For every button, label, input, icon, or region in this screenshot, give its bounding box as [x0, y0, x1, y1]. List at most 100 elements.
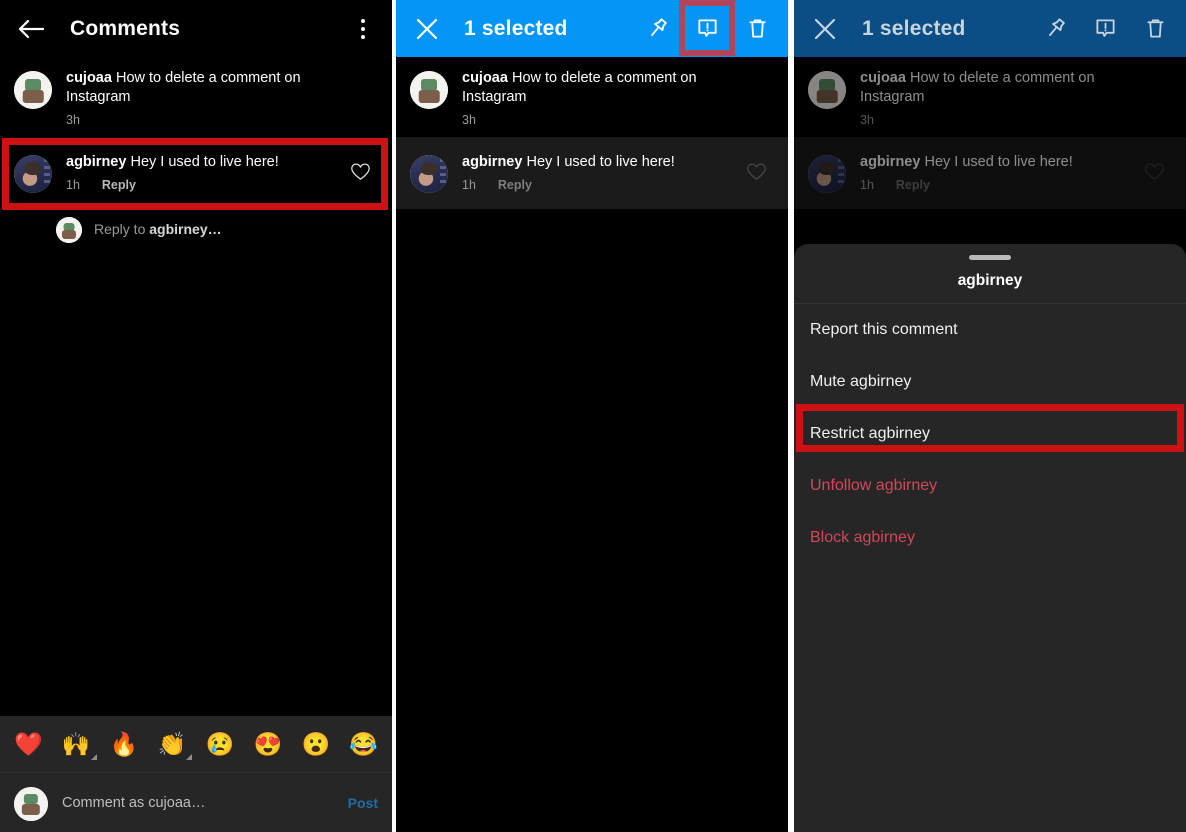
selection-header: 1 selected — [794, 0, 1186, 57]
selection-actions — [1040, 14, 1170, 44]
pin-icon[interactable] — [642, 14, 672, 44]
comment-timestamp: 1h — [462, 178, 476, 192]
comment-timestamp: 3h — [462, 113, 476, 127]
reply-prompt-text: Reply to agbirney… — [94, 221, 222, 237]
report-exclamation-icon[interactable] — [692, 14, 722, 44]
comment-meta: 1h Reply — [66, 178, 352, 192]
trash-delete-icon[interactable] — [1140, 14, 1170, 44]
avatar — [14, 71, 52, 109]
comment-text: cujoaa How to delete a comment on Instag… — [66, 69, 352, 107]
pin-icon[interactable] — [1040, 14, 1070, 44]
comment-row[interactable]: cujoaa How to delete a comment on Instag… — [0, 57, 392, 137]
emoji-button[interactable]: 👏 — [158, 732, 192, 760]
emoji-button[interactable]: ❤️ — [14, 732, 43, 756]
trash-delete-icon[interactable] — [742, 14, 772, 44]
close-x-icon[interactable] — [412, 14, 442, 44]
comment-timestamp: 3h — [860, 113, 874, 127]
reply-button[interactable]: Reply — [102, 178, 136, 192]
comment-meta: 3h — [860, 113, 1146, 127]
sheet-title: agbirney — [794, 260, 1186, 304]
phone-panel-selection: 1 selected cujoaa How to delete a commen… — [396, 0, 788, 832]
comment-row-selected[interactable]: agbirney Hey I used to live here! 1h Rep… — [396, 137, 788, 209]
reply-prompt-prefix: Reply to — [94, 221, 150, 237]
comment-username[interactable]: agbirney — [860, 154, 920, 170]
reply-button[interactable]: Reply — [896, 178, 930, 192]
comment-meta: 1h Reply — [462, 178, 748, 192]
like-heart-icon[interactable] — [747, 163, 766, 186]
emoji-button[interactable]: 😂 — [349, 732, 378, 756]
emoji-button[interactable]: 😮 — [301, 732, 330, 756]
kebab-menu-icon[interactable] — [348, 12, 378, 46]
sheet-item-mute-user[interactable]: Mute agbirney — [794, 356, 1186, 408]
phone-panel-comments: Comments cujoaa How to delete a comment … — [0, 0, 392, 832]
avatar — [56, 217, 82, 243]
back-arrow-icon[interactable] — [14, 12, 48, 46]
comment-meta: 1h Reply — [860, 178, 1146, 192]
like-heart-icon[interactable] — [351, 163, 370, 186]
selection-count-label: 1 selected — [464, 16, 568, 40]
comment-row-selected[interactable]: agbirney Hey I used to live here! 1h Rep… — [794, 137, 1186, 209]
comment-row[interactable]: cujoaa How to delete a comment on Instag… — [794, 57, 1186, 137]
comment-text: cujoaa How to delete a comment on Instag… — [462, 69, 748, 107]
selection-count-label: 1 selected — [862, 16, 966, 40]
emoji-button[interactable]: 🙌 — [62, 732, 97, 760]
comment-meta: 3h — [462, 113, 748, 127]
post-button[interactable]: Post — [348, 795, 378, 811]
avatar — [410, 155, 448, 193]
sheet-item-unfollow-user[interactable]: Unfollow agbirney — [794, 460, 1186, 512]
comment-message: Hey I used to live here! — [526, 154, 675, 170]
avatar — [808, 71, 846, 109]
avatar — [14, 786, 48, 821]
page-title: Comments — [70, 16, 181, 40]
like-heart-icon[interactable] — [1145, 163, 1164, 186]
reply-prompt-row[interactable]: Reply to agbirney… — [0, 209, 392, 249]
comment-message: Hey I used to live here! — [924, 154, 1073, 170]
sheet-item-report-comment[interactable]: Report this comment — [794, 304, 1186, 356]
comment-username[interactable]: agbirney — [462, 154, 522, 170]
sheet-item-restrict-user[interactable]: Restrict agbirney — [794, 408, 1186, 460]
selection-actions — [642, 14, 772, 44]
reply-prompt-target: agbirney… — [149, 221, 222, 237]
comment-username[interactable]: agbirney — [66, 154, 126, 170]
comment-body: agbirney Hey I used to live here! 1h Rep… — [66, 153, 378, 192]
comment-row[interactable]: agbirney Hey I used to live here! 1h Rep… — [0, 137, 392, 209]
comment-body: cujoaa How to delete a comment on Instag… — [860, 69, 1172, 127]
comment-meta: 3h — [66, 113, 352, 127]
phone-panel-options-sheet: 1 selected cujoaa How to delete a commen… — [794, 0, 1186, 832]
emoji-quick-bar: ❤️ 🙌 🔥 👏 😢 😍 😮 😂 — [0, 716, 392, 772]
comment-input[interactable]: Comment as cujoaa… — [62, 795, 205, 811]
avatar — [410, 71, 448, 109]
comment-composer: Comment as cujoaa… Post — [0, 772, 392, 832]
comment-text: agbirney Hey I used to live here! — [462, 153, 748, 172]
comment-username[interactable]: cujoaa — [462, 70, 508, 86]
options-bottom-sheet: agbirney Report this comment Mute agbirn… — [794, 244, 1186, 832]
emoji-button[interactable]: 😢 — [206, 732, 235, 756]
comment-body: cujoaa How to delete a comment on Instag… — [462, 69, 774, 127]
sheet-item-block-user[interactable]: Block agbirney — [794, 512, 1186, 564]
avatar — [14, 155, 52, 193]
reply-button[interactable]: Reply — [498, 178, 532, 192]
comment-username[interactable]: cujoaa — [66, 70, 112, 86]
avatar — [808, 155, 846, 193]
dimmed-comment-list: cujoaa How to delete a comment on Instag… — [794, 57, 1186, 209]
screenshot-stage: Comments cujoaa How to delete a comment … — [0, 0, 1186, 832]
comment-timestamp: 3h — [66, 113, 80, 127]
comment-message: Hey I used to live here! — [130, 154, 279, 170]
comment-body: agbirney Hey I used to live here! 1h Rep… — [462, 153, 774, 192]
comment-timestamp: 1h — [860, 178, 874, 192]
comment-body: cujoaa How to delete a comment on Instag… — [66, 69, 378, 127]
comment-body: agbirney Hey I used to live here! 1h Rep… — [860, 153, 1172, 192]
report-exclamation-icon[interactable] — [1090, 14, 1120, 44]
selection-header: 1 selected — [396, 0, 788, 57]
emoji-button[interactable]: 😍 — [254, 732, 283, 756]
close-x-icon[interactable] — [810, 14, 840, 44]
comment-row[interactable]: cujoaa How to delete a comment on Instag… — [396, 57, 788, 137]
comment-text: agbirney Hey I used to live here! — [860, 153, 1146, 172]
composer-area: ❤️ 🙌 🔥 👏 😢 😍 😮 😂 Comment as cujoaa… Post — [0, 716, 392, 832]
emoji-button[interactable]: 🔥 — [110, 732, 139, 756]
comment-timestamp: 1h — [66, 178, 80, 192]
comment-text: cujoaa How to delete a comment on Instag… — [860, 69, 1146, 107]
comment-text: agbirney Hey I used to live here! — [66, 153, 352, 172]
comment-username[interactable]: cujoaa — [860, 70, 906, 86]
comments-header: Comments — [0, 0, 392, 57]
